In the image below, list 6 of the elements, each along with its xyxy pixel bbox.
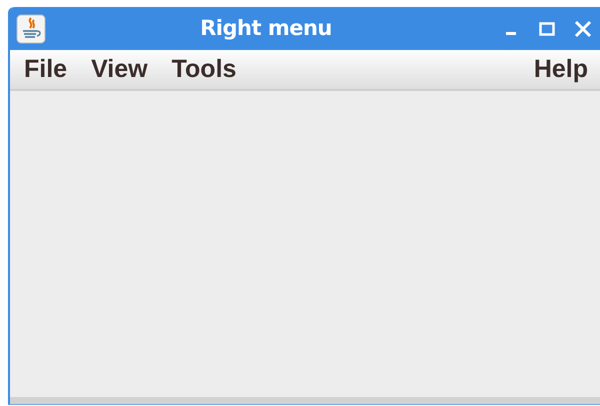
menu-item[interactable]: Tools [170, 50, 246, 88]
menu-item[interactable]: View [89, 50, 158, 88]
coffee-cup-icon[interactable] [16, 14, 46, 44]
menu-item[interactable]: File [22, 50, 78, 88]
window-title: Right menu [199, 14, 333, 42]
menu-item[interactable]: Help [532, 50, 588, 88]
